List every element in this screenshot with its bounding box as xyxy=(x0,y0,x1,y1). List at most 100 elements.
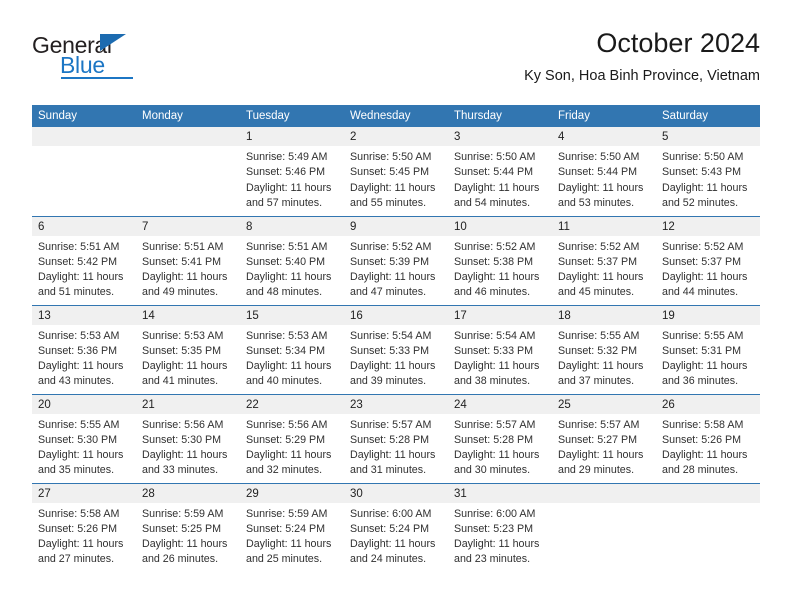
daylight-text-line2: and 31 minutes. xyxy=(350,464,427,477)
calendar-week-row: 27 Sunrise: 5:58 AM Sunset: 5:26 PM Dayligh… xyxy=(32,482,760,573)
calendar-day-cell[interactable]: 19 Sunrise: 5:55 AM Sunset: 5:31 PM Dayligh… xyxy=(656,304,760,394)
day-number xyxy=(656,483,760,503)
day-cell-inner: 3 Sunrise: 5:50 AM Sunset: 5:44 PM Daylight… xyxy=(448,127,552,216)
day-details: Sunrise: 5:56 AM Sunset: 5:29 PM Daylight:… xyxy=(240,414,344,479)
calendar-day-cell-empty xyxy=(552,482,656,572)
sunset-text: Sunset: 5:29 PM xyxy=(246,433,326,446)
calendar-day-cell[interactable]: 25 Sunrise: 5:57 AM Sunset: 5:27 PM Dayligh… xyxy=(552,393,656,483)
calendar-day-cell[interactable]: 8 Sunrise: 5:51 AM Sunset: 5:40 PM Daylight… xyxy=(240,215,344,305)
calendar-day-cell[interactable]: 31 Sunrise: 6:00 AM Sunset: 5:23 PM Dayligh… xyxy=(448,482,552,572)
day-cell-inner: 8 Sunrise: 5:51 AM Sunset: 5:40 PM Daylight… xyxy=(240,216,344,305)
calendar-day-cell[interactable]: 29 Sunrise: 5:59 AM Sunset: 5:24 PM Dayligh… xyxy=(240,482,344,572)
calendar-day-cell-empty xyxy=(656,482,760,573)
daylight-text-line1: Daylight: 11 hours xyxy=(558,449,644,462)
day-cell-inner: 6 Sunrise: 5:51 AM Sunset: 5:42 PM Daylight… xyxy=(32,216,136,305)
sunrise-text: Sunrise: 5:55 AM xyxy=(38,418,120,431)
daylight-text-line2: and 35 minutes. xyxy=(38,464,115,477)
calendar-day-cell[interactable]: 22 Sunrise: 5:56 AM Sunset: 5:29 PM Dayligh… xyxy=(240,393,344,483)
daylight-text-line1: Daylight: 11 hours xyxy=(246,449,332,462)
calendar-day-cell[interactable]: 27 Sunrise: 5:58 AM Sunset: 5:26 PM Dayligh… xyxy=(32,482,136,572)
day-details: Sunrise: 5:55 AM Sunset: 5:32 PM Daylight:… xyxy=(552,325,656,390)
daylight-text-line1: Daylight: 11 hours xyxy=(350,538,436,551)
sunset-text: Sunset: 5:31 PM xyxy=(662,344,742,357)
calendar-day-cell[interactable]: 4 Sunrise: 5:50 AM Sunset: 5:44 PM Daylight… xyxy=(552,127,656,216)
calendar-day-cell[interactable]: 26 Sunrise: 5:58 AM Sunset: 5:26 PM Dayligh… xyxy=(656,393,760,483)
calendar-day-cell[interactable]: 3 Sunrise: 5:50 AM Sunset: 5:44 PM Daylight… xyxy=(448,127,552,216)
sunrise-text: Sunrise: 5:51 AM xyxy=(246,240,328,253)
calendar-day-cell[interactable]: 1 Sunrise: 5:49 AM Sunset: 5:46 PM Daylight… xyxy=(240,127,344,216)
calendar-day-cell[interactable]: 5 Sunrise: 5:50 AM Sunset: 5:43 PM Daylight… xyxy=(656,127,760,216)
calendar-day-cell[interactable]: 18 Sunrise: 5:55 AM Sunset: 5:32 PM Dayligh… xyxy=(552,304,656,394)
calendar-day-cell[interactable]: 13 Sunrise: 5:53 AM Sunset: 5:36 PM Dayligh… xyxy=(32,304,136,394)
calendar-day-cell[interactable]: 30 Sunrise: 6:00 AM Sunset: 5:24 PM Dayligh… xyxy=(344,482,448,572)
day-details: Sunrise: 5:50 AM Sunset: 5:44 PM Daylight:… xyxy=(448,146,552,211)
sunrise-text: Sunrise: 5:50 AM xyxy=(350,151,432,163)
daylight-text-line2: and 40 minutes. xyxy=(246,375,323,388)
day-details: Sunrise: 5:57 AM Sunset: 5:28 PM Daylight:… xyxy=(344,414,448,479)
day-details: Sunrise: 5:54 AM Sunset: 5:33 PM Daylight:… xyxy=(448,325,552,390)
sunset-text: Sunset: 5:45 PM xyxy=(350,166,430,179)
day-details: Sunrise: 5:50 AM Sunset: 5:43 PM Daylight:… xyxy=(656,146,760,211)
daylight-text-line1: Daylight: 11 hours xyxy=(662,181,748,194)
calendar-day-cell[interactable]: 7 Sunrise: 5:51 AM Sunset: 5:41 PM Daylight… xyxy=(136,215,240,305)
day-cell-inner: 21 Sunrise: 5:56 AM Sunset: 5:30 PM Dayligh… xyxy=(136,394,240,483)
daylight-text-line1: Daylight: 11 hours xyxy=(38,271,124,284)
daylight-text-line1: Daylight: 11 hours xyxy=(142,538,228,551)
sunset-text: Sunset: 5:30 PM xyxy=(38,433,118,446)
calendar-day-cell[interactable]: 14 Sunrise: 5:53 AM Sunset: 5:35 PM Dayligh… xyxy=(136,304,240,394)
sunrise-text: Sunrise: 5:57 AM xyxy=(454,418,536,431)
calendar-day-cell[interactable]: 2 Sunrise: 5:50 AM Sunset: 5:45 PM Daylight… xyxy=(344,127,448,216)
day-details: Sunrise: 5:52 AM Sunset: 5:37 PM Daylight:… xyxy=(656,236,760,301)
logo-text-blue: Blue xyxy=(60,52,105,78)
calendar-day-cell[interactable]: 16 Sunrise: 5:54 AM Sunset: 5:33 PM Dayligh… xyxy=(344,304,448,394)
day-number: 21 xyxy=(136,394,240,414)
day-cell-inner: 28 Sunrise: 5:59 AM Sunset: 5:25 PM Dayligh… xyxy=(136,483,240,573)
day-cell-inner xyxy=(656,483,760,573)
calendar-day-cell[interactable]: 17 Sunrise: 5:54 AM Sunset: 5:33 PM Dayligh… xyxy=(448,304,552,394)
sunrise-text: Sunrise: 5:51 AM xyxy=(38,240,120,253)
daylight-text-line1: Daylight: 11 hours xyxy=(350,360,436,373)
calendar-day-cell[interactable]: 10 Sunrise: 5:52 AM Sunset: 5:38 PM Dayligh… xyxy=(448,215,552,305)
day-number: 8 xyxy=(240,216,344,236)
day-number: 23 xyxy=(344,394,448,414)
day-cell-inner: 5 Sunrise: 5:50 AM Sunset: 5:43 PM Daylight… xyxy=(656,127,760,216)
sunset-text: Sunset: 5:38 PM xyxy=(454,255,534,268)
day-cell-inner: 22 Sunrise: 5:56 AM Sunset: 5:29 PM Dayligh… xyxy=(240,394,344,483)
day-cell-inner: 4 Sunrise: 5:50 AM Sunset: 5:44 PM Daylight… xyxy=(552,127,656,216)
day-details: Sunrise: 5:51 AM Sunset: 5:41 PM Daylight:… xyxy=(136,236,240,301)
daylight-text-line2: and 44 minutes. xyxy=(662,286,739,299)
sunrise-sunset-calendar: Sunday Monday Tuesday Wednesday Thursday… xyxy=(32,105,760,572)
calendar-day-cell[interactable]: 15 Sunrise: 5:53 AM Sunset: 5:34 PM Dayligh… xyxy=(240,304,344,394)
day-number: 29 xyxy=(240,483,344,503)
calendar-day-cell[interactable]: 11 Sunrise: 5:52 AM Sunset: 5:37 PM Dayligh… xyxy=(552,215,656,305)
calendar-day-cell[interactable]: 12 Sunrise: 5:52 AM Sunset: 5:37 PM Dayligh… xyxy=(656,215,760,305)
day-number: 17 xyxy=(448,305,552,325)
daylight-text-line2: and 29 minutes. xyxy=(558,464,635,477)
calendar-day-cell[interactable]: 28 Sunrise: 5:59 AM Sunset: 5:25 PM Dayligh… xyxy=(136,482,240,573)
logo-triangle-icon xyxy=(100,34,126,51)
calendar-day-cell[interactable]: 21 Sunrise: 5:56 AM Sunset: 5:30 PM Dayligh… xyxy=(136,393,240,483)
weekday-header-saturday: Saturday xyxy=(656,105,760,127)
day-cell-inner xyxy=(136,127,240,216)
sunrise-text: Sunrise: 6:00 AM xyxy=(350,507,432,520)
calendar-day-cell[interactable]: 6 Sunrise: 5:51 AM Sunset: 5:42 PM Daylight… xyxy=(32,215,136,305)
day-details: Sunrise: 5:55 AM Sunset: 5:30 PM Daylight:… xyxy=(32,414,136,479)
day-number: 28 xyxy=(136,483,240,503)
daylight-text-line2: and 33 minutes. xyxy=(142,464,219,477)
day-number: 4 xyxy=(552,127,656,146)
page-header: General Blue October 2024 Ky Son, Hoa Bi… xyxy=(32,26,760,96)
daylight-text-line2: and 46 minutes. xyxy=(454,286,531,299)
day-number: 27 xyxy=(32,483,136,503)
daylight-text-line2: and 41 minutes. xyxy=(142,375,219,388)
day-number: 16 xyxy=(344,305,448,325)
calendar-day-cell[interactable]: 9 Sunrise: 5:52 AM Sunset: 5:39 PM Daylight… xyxy=(344,215,448,305)
weekday-header-tuesday: Tuesday xyxy=(240,105,344,127)
sunset-text: Sunset: 5:28 PM xyxy=(350,433,430,446)
daylight-text-line1: Daylight: 11 hours xyxy=(662,360,748,373)
sunset-text: Sunset: 5:42 PM xyxy=(38,255,118,268)
calendar-day-cell[interactable]: 23 Sunrise: 5:57 AM Sunset: 5:28 PM Dayligh… xyxy=(344,393,448,483)
calendar-day-cell[interactable]: 20 Sunrise: 5:55 AM Sunset: 5:30 PM Dayligh… xyxy=(32,393,136,483)
calendar-day-cell[interactable]: 24 Sunrise: 5:57 AM Sunset: 5:28 PM Dayligh… xyxy=(448,393,552,483)
sunset-text: Sunset: 5:26 PM xyxy=(662,433,742,446)
weekday-header-wednesday: Wednesday xyxy=(344,105,448,127)
